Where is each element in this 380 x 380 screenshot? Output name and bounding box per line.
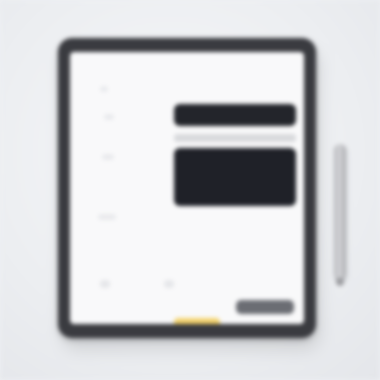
card-title-bar (174, 104, 296, 126)
placeholder-line (104, 114, 114, 120)
card-content-block (174, 148, 296, 206)
footer-placeholder-center (164, 280, 174, 288)
left-column-placeholder (88, 66, 168, 306)
placeholder-line (100, 86, 108, 92)
footer-placeholder-left (100, 280, 110, 288)
stylus-icon (334, 144, 346, 280)
card-divider (174, 134, 296, 142)
stylus-tip (336, 278, 344, 286)
tablet-device (58, 38, 316, 338)
tablet-illustration (0, 0, 380, 380)
action-button[interactable] (236, 300, 294, 314)
placeholder-line (98, 214, 116, 220)
placeholder-line (102, 154, 114, 160)
tablet-screen (70, 52, 304, 324)
accent-highlight-bar (174, 318, 220, 324)
